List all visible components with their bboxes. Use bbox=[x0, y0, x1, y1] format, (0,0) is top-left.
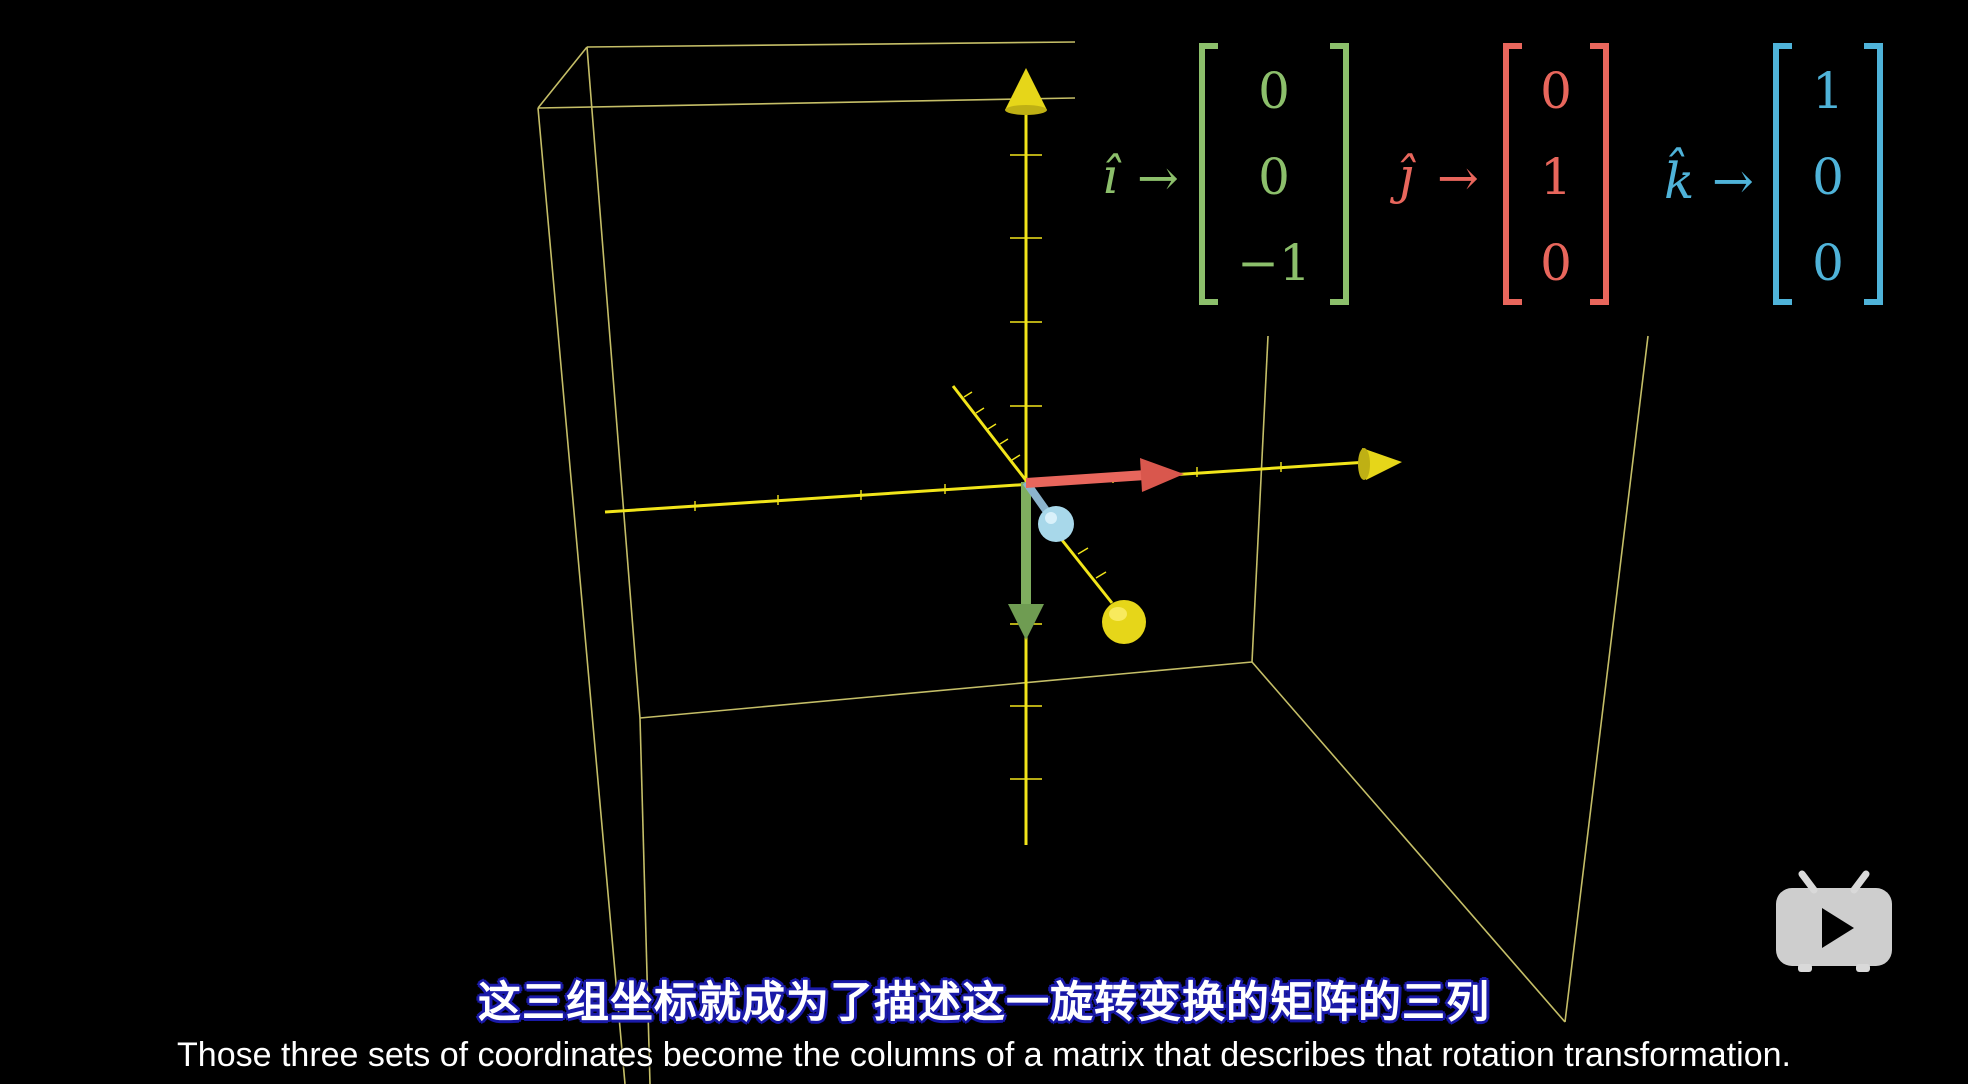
j-hat-arrow: → bbox=[1437, 149, 1479, 207]
k-hat-entry-3: 0 bbox=[1812, 234, 1844, 292]
k-hat-entry-1: 1 bbox=[1812, 62, 1844, 120]
subtitle-chinese: 这三组坐标就成为了描述这一旋转变换的矩阵的三列 bbox=[478, 978, 1490, 1028]
3d-scene: î → 0 0 −1 ĵ → 0 1 0 k̂ → 1 0 0 bbox=[0, 0, 1968, 1084]
k-hat-arrow: → bbox=[1712, 152, 1754, 210]
j-hat-entry-1: 0 bbox=[1540, 62, 1572, 120]
i-hat-arrow: → bbox=[1137, 149, 1179, 207]
subtitle-english: Those three sets of coordinates become t… bbox=[177, 1036, 1791, 1074]
z-axis-arrowhead bbox=[1102, 600, 1146, 644]
j-hat-entry-2: 1 bbox=[1540, 148, 1572, 206]
i-hat-entry-1: 0 bbox=[1258, 62, 1290, 120]
k-hat-entry-2: 0 bbox=[1812, 148, 1844, 206]
j-hat-entry-3: 0 bbox=[1540, 234, 1572, 292]
bilibili-tv-play-icon bbox=[1776, 870, 1892, 972]
i-hat-entry-2: 0 bbox=[1258, 148, 1290, 206]
i-hat-entry-3: −1 bbox=[1237, 234, 1311, 292]
k-hat-label: k̂ bbox=[1664, 146, 1694, 210]
